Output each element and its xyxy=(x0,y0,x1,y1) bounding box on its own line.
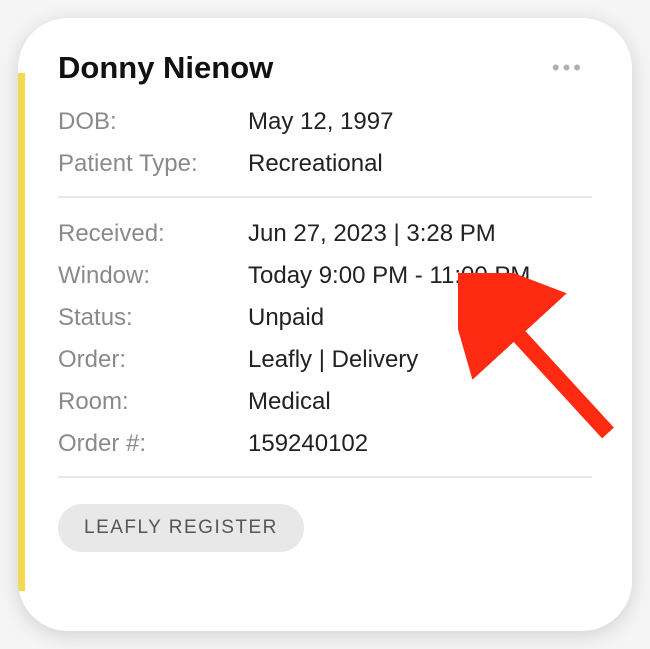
status-accent-bar xyxy=(18,73,25,591)
dob-row: DOB: May 12, 1997 xyxy=(58,108,592,136)
order-value: Leafly | Delivery xyxy=(248,346,418,374)
patient-type-label: Patient Type: xyxy=(58,150,248,178)
customer-order-card: Donny Nienow ••• DOB: May 12, 1997 Patie… xyxy=(18,18,632,631)
patient-type-value: Recreational xyxy=(248,150,383,178)
window-value: Today 9:00 PM - 11:00 PM xyxy=(248,262,530,290)
dob-value: May 12, 1997 xyxy=(248,108,393,136)
status-row: Status: Unpaid xyxy=(58,304,592,332)
room-label: Room: xyxy=(58,388,248,416)
order-row: Order: Leafly | Delivery xyxy=(58,346,592,374)
divider xyxy=(58,196,592,198)
more-options-icon[interactable]: ••• xyxy=(544,51,592,85)
received-row: Received: Jun 27, 2023 | 3:28 PM xyxy=(58,220,592,248)
window-label: Window: xyxy=(58,262,248,290)
dob-label: DOB: xyxy=(58,108,248,136)
register-pill-button[interactable]: LEAFLY REGISTER xyxy=(58,504,304,552)
room-row: Room: Medical xyxy=(58,388,592,416)
room-value: Medical xyxy=(248,388,331,416)
received-label: Received: xyxy=(58,220,248,248)
order-number-value: 159240102 xyxy=(248,430,368,458)
window-row: Window: Today 9:00 PM - 11:00 PM xyxy=(58,262,592,290)
patient-type-row: Patient Type: Recreational xyxy=(58,150,592,178)
order-number-label: Order #: xyxy=(58,430,248,458)
card-header: Donny Nienow ••• xyxy=(58,50,592,86)
customer-name: Donny Nienow xyxy=(58,50,273,86)
order-number-row: Order #: 159240102 xyxy=(58,430,592,458)
received-value: Jun 27, 2023 | 3:28 PM xyxy=(248,220,496,248)
order-label: Order: xyxy=(58,346,248,374)
divider xyxy=(58,476,592,478)
status-label: Status: xyxy=(58,304,248,332)
status-value: Unpaid xyxy=(248,304,324,332)
